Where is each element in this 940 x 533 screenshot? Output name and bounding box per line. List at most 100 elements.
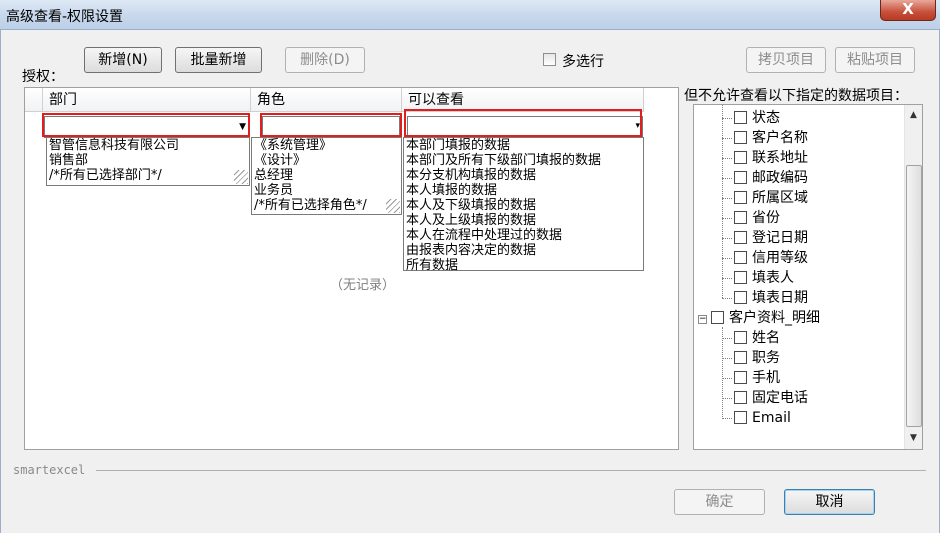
tree-line [722, 378, 732, 379]
collapse-icon[interactable]: − [698, 315, 707, 324]
list-item[interactable]: 业务员 [252, 183, 401, 198]
copy-items-button[interactable]: 拷贝项目 [746, 47, 826, 73]
list-item[interactable]: 智管信息科技有限公司 [47, 138, 249, 153]
checkbox[interactable] [734, 111, 747, 124]
tree-line [722, 158, 732, 159]
tree-item[interactable]: Email [734, 408, 791, 428]
tree-item[interactable]: 填表日期 [734, 288, 808, 308]
view-dropdown-list: 本部门填报的数据 本部门及所有下级部门填报的数据 本分支机构填报的数据 本人填报… [403, 137, 644, 273]
checkbox[interactable] [734, 171, 747, 184]
checkbox[interactable] [711, 311, 724, 324]
tree-item[interactable]: 登记日期 [734, 228, 808, 248]
highlight-department [42, 113, 250, 137]
add-button[interactable]: 新增(N) [84, 47, 162, 73]
checkbox[interactable] [734, 231, 747, 244]
scrollbar-thumb[interactable] [906, 165, 922, 427]
checkbox[interactable] [734, 131, 747, 144]
department-dropdown-list: 智管信息科技有限公司 销售部 /*所有已选择部门*/ [46, 137, 250, 186]
highlight-view [404, 109, 642, 137]
list-item[interactable]: 所有数据 [404, 258, 643, 273]
tree-line [722, 418, 732, 419]
checkbox[interactable] [734, 191, 747, 204]
tree-item[interactable]: 固定电话 [734, 388, 808, 408]
list-item[interactable]: 本部门及所有下级部门填报的数据 [404, 153, 643, 168]
list-item[interactable]: 《系统管理》 [252, 138, 401, 153]
tree-line [722, 138, 732, 139]
checkbox[interactable] [734, 291, 747, 304]
list-item[interactable]: 《设计》 [252, 153, 401, 168]
paste-items-button[interactable]: 粘贴项目 [835, 47, 915, 73]
tree-line [722, 327, 723, 419]
checkbox[interactable] [734, 271, 747, 284]
tree-group-item[interactable]: − 客户资料_明细 [698, 308, 820, 328]
list-item[interactable]: 由报表内容决定的数据 [404, 243, 643, 258]
tree-line [722, 178, 732, 179]
checkbox[interactable] [734, 211, 747, 224]
tree-line [722, 278, 732, 279]
tree-line [722, 198, 732, 199]
tree-item[interactable]: 状态 [734, 108, 780, 128]
tree-item[interactable]: 信用等级 [734, 248, 808, 268]
cancel-button[interactable]: 取消 [784, 489, 875, 515]
brand-label: smartexcel [13, 463, 86, 477]
ok-button[interactable]: 确定 [674, 489, 765, 515]
list-item[interactable]: 本人及下级填报的数据 [404, 198, 643, 213]
column-header-department[interactable]: 部门 [43, 88, 251, 112]
scroll-down-icon[interactable]: ▼ [905, 430, 922, 447]
tree-item[interactable]: 填表人 [734, 268, 794, 288]
tree-item[interactable]: 省份 [734, 208, 780, 228]
title-bar: 高级查看-权限设置 X [0, 0, 940, 30]
resize-grip-icon[interactable] [386, 199, 400, 213]
checkbox[interactable] [734, 411, 747, 424]
tree-scrollbar[interactable]: ▲ ▼ [904, 105, 922, 449]
tree-item[interactable]: 手机 [734, 368, 780, 388]
tree-item[interactable]: 客户名称 [734, 128, 808, 148]
checkbox[interactable] [734, 151, 747, 164]
tree-item[interactable]: 邮政编码 [734, 168, 808, 188]
tree-line [722, 338, 732, 339]
list-item[interactable]: /*所有已选择角色*/ [252, 198, 401, 213]
list-item[interactable]: 销售部 [47, 153, 249, 168]
list-item[interactable]: 总经理 [252, 168, 401, 183]
list-item[interactable]: 本人填报的数据 [404, 183, 643, 198]
delete-button[interactable]: 删除(D) [285, 47, 365, 73]
tree-line [722, 358, 732, 359]
checkbox[interactable] [734, 331, 747, 344]
batch-add-button[interactable]: 批量新增 [175, 47, 262, 73]
permission-grid: 部门 角色 可以查看 ▼ ▾ 智管信息科技有限公司 销售部 /*所有已选择部门*… [24, 87, 679, 450]
list-item[interactable]: 本人在流程中处理过的数据 [404, 228, 643, 243]
tree-line [722, 298, 732, 299]
tree-item[interactable]: 职务 [734, 348, 780, 368]
list-item[interactable]: 本部门填报的数据 [404, 138, 643, 153]
column-header-role[interactable]: 角色 [251, 88, 402, 112]
tree-line [722, 258, 732, 259]
scroll-up-icon[interactable]: ▲ [905, 107, 922, 124]
footer-divider [96, 470, 926, 471]
resize-grip-icon[interactable] [234, 170, 248, 184]
tree-line [722, 398, 732, 399]
tree-item[interactable]: 联系地址 [734, 148, 808, 168]
auth-label: 授权： [22, 69, 64, 85]
tree-item[interactable]: 所属区域 [734, 188, 808, 208]
window-title: 高级查看-权限设置 [6, 9, 124, 25]
list-item[interactable]: 本人及上级填报的数据 [404, 213, 643, 228]
row-header-corner [25, 88, 43, 112]
tree-item[interactable]: 姓名 [734, 328, 780, 348]
checkbox[interactable] [734, 391, 747, 404]
close-button[interactable]: X [880, 0, 936, 21]
checkbox[interactable] [734, 371, 747, 384]
tree-line [722, 218, 732, 219]
tree-line [722, 238, 732, 239]
checkbox[interactable] [734, 251, 747, 264]
multi-select-checkbox[interactable] [543, 53, 556, 66]
multi-select-label: 多选行 [562, 54, 604, 70]
list-item[interactable]: /*所有已选择部门*/ [47, 168, 249, 183]
tree-line [722, 105, 723, 298]
empty-records-text: （无记录） [330, 278, 396, 293]
checkbox[interactable] [734, 351, 747, 364]
list-item[interactable]: 本分支机构填报的数据 [404, 168, 643, 183]
highlight-role [260, 113, 402, 137]
tree-heading: 但不允许查看以下指定的数据项目： [684, 88, 908, 104]
data-items-tree: 状态 客户名称 联系地址 邮政编码 所属区域 省份 登记日期 信用等级 填表人 … [693, 104, 923, 450]
role-dropdown-list: 《系统管理》 《设计》 总经理 业务员 /*所有已选择角色*/ [251, 137, 402, 215]
